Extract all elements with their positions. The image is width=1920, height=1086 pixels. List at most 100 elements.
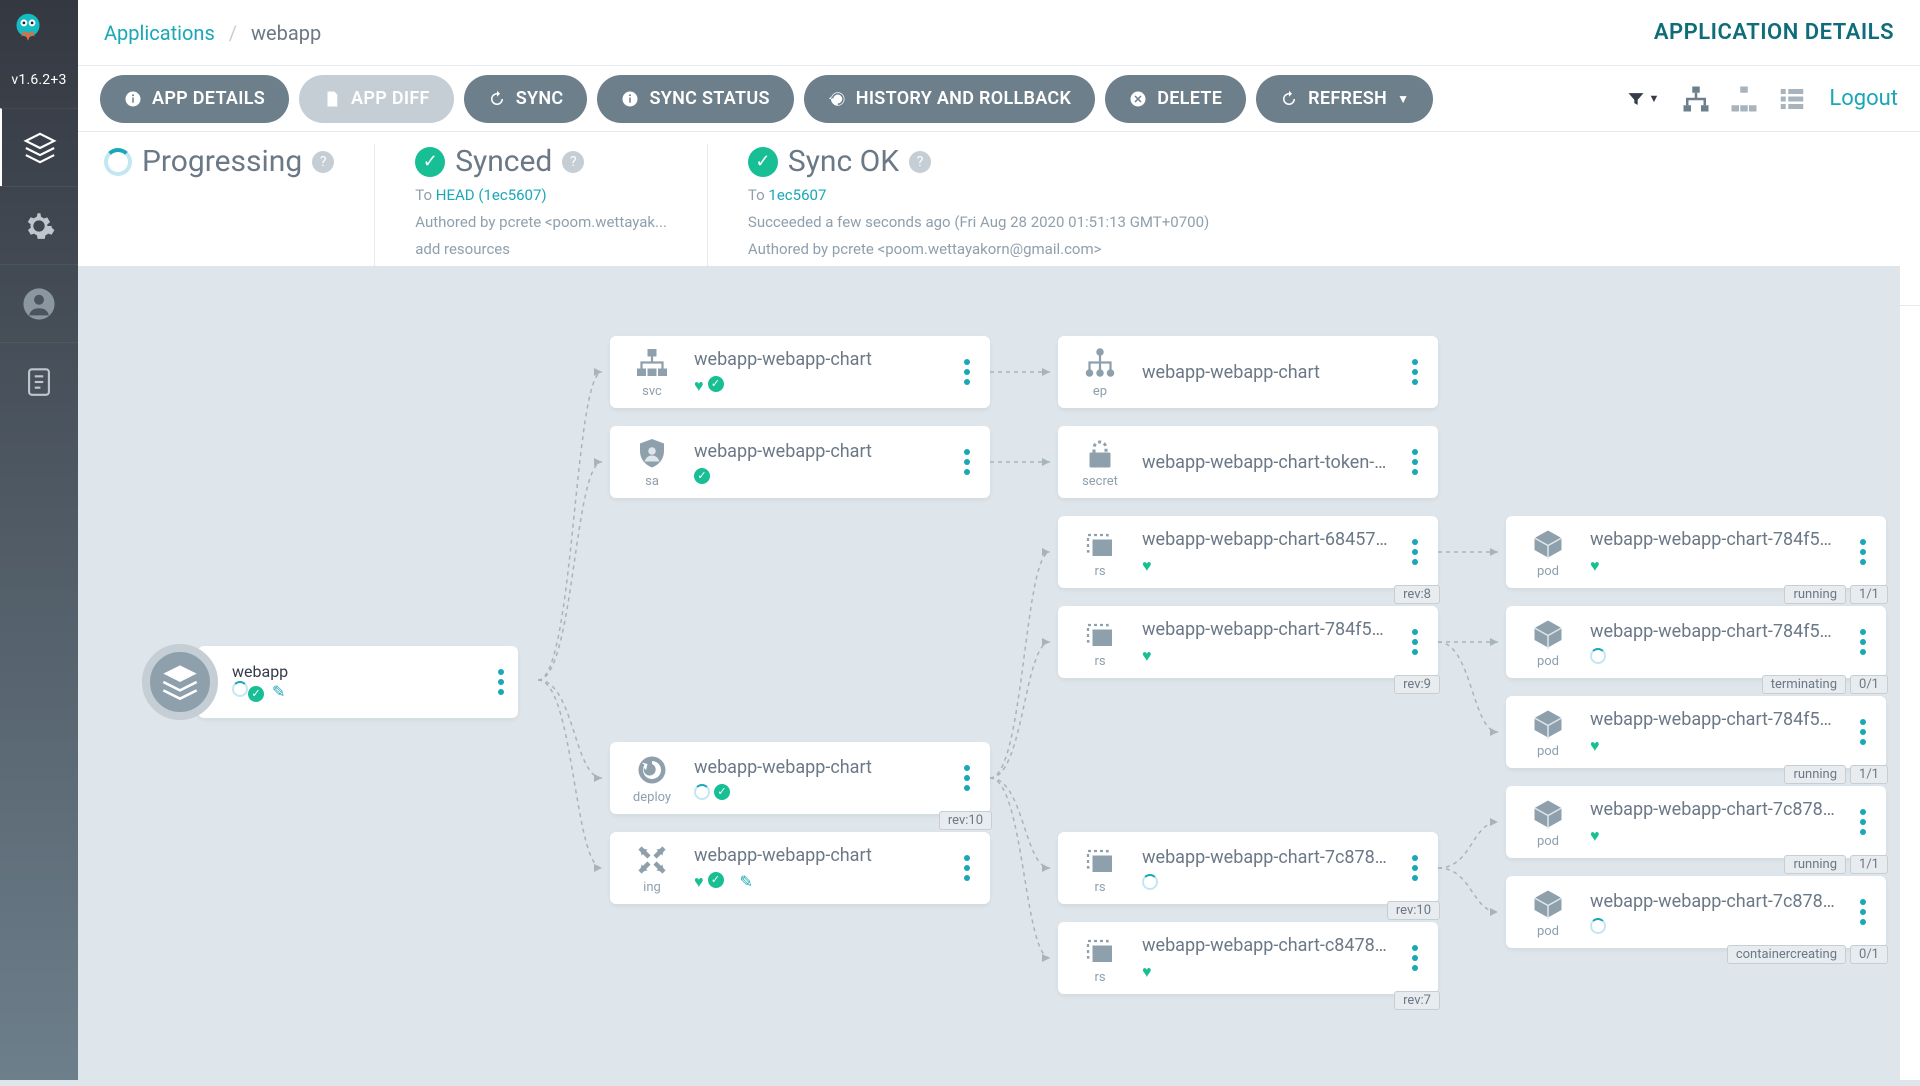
synced-to-link[interactable]: HEAD (1ec5607) (436, 186, 547, 204)
pod-tags: running1/1 (1784, 585, 1888, 604)
node-menu[interactable] (958, 759, 976, 797)
history-button[interactable]: HISTORY AND ROLLBACK (804, 75, 1095, 123)
kind-label: pod (1537, 564, 1559, 579)
tree-view-icon[interactable] (1681, 84, 1711, 114)
node-menu[interactable] (1406, 353, 1424, 391)
resource-node-rs3[interactable]: rs webapp-webapp-chart-7c8787... rev:10 (1058, 832, 1438, 904)
node-name: webapp-webapp-chart-784f55... (1590, 529, 1840, 550)
resource-node-svc[interactable]: svc webapp-webapp-chart♥✓ (610, 336, 990, 408)
syncok-author: Authored by pcrete <poom.wettayakorn@gma… (748, 239, 1209, 260)
synced-icon: ✓ (708, 872, 724, 888)
node-menu[interactable] (1854, 893, 1872, 931)
help-icon[interactable]: ? (562, 151, 584, 173)
progressing-icon (1142, 874, 1158, 890)
resource-node-deploy[interactable]: deploy webapp-webapp-chart✓ rev:10 (610, 742, 990, 814)
pods-view-icon[interactable] (1729, 84, 1759, 114)
kind-label: rs (1094, 654, 1105, 669)
node-menu[interactable] (958, 849, 976, 887)
resource-node-rs1[interactable]: rs webapp-webapp-chart-684576...♥ rev:8 (1058, 516, 1438, 588)
toolbar-right: ▼ Logout (1626, 84, 1898, 114)
resource-node-pod5[interactable]: pod webapp-webapp-chart-7c8787... contai… (1506, 876, 1886, 948)
progressing-icon (694, 784, 710, 800)
action-buttons: APP DETAILS APP DIFF SYNC SYNC STATUS HI… (100, 75, 1433, 123)
list-view-icon[interactable] (1777, 84, 1807, 114)
app-diff-button[interactable]: APP DIFF (299, 75, 454, 123)
nav-user[interactable] (0, 264, 78, 342)
nav-applications[interactable] (0, 108, 78, 186)
breadcrumb-separator: / (229, 21, 237, 45)
resource-node-secret[interactable]: secret webapp-webapp-chart-token-9... (1058, 426, 1438, 498)
refresh-button[interactable]: REFRESH▼ (1256, 75, 1433, 123)
pod-tags: containercreating0/1 (1727, 945, 1888, 964)
kind-label: secret (1082, 474, 1118, 489)
nav-docs[interactable] (0, 342, 78, 420)
sync-status-button[interactable]: SYNC STATUS (597, 75, 793, 123)
refresh-label: REFRESH (1308, 88, 1387, 109)
kind-label: ing (643, 880, 661, 895)
pod-tags: terminating0/1 (1762, 675, 1888, 694)
resource-node-ing[interactable]: ing webapp-webapp-chart♥✓ ✎ (610, 832, 990, 904)
toolbar: APP DETAILS APP DIFF SYNC SYNC STATUS HI… (78, 66, 1920, 132)
nav-settings[interactable] (0, 186, 78, 264)
logout-link[interactable]: Logout (1829, 86, 1898, 111)
node-menu[interactable] (1406, 533, 1424, 571)
resource-node-rs4[interactable]: rs webapp-webapp-chart-c8478d...♥ rev:7 (1058, 922, 1438, 994)
app-details-button[interactable]: APP DETAILS (100, 75, 289, 123)
node-menu[interactable] (1406, 849, 1424, 887)
root-node[interactable]: webapp ✓ ✎ (142, 644, 518, 720)
node-name: webapp-webapp-chart-784f55... (1590, 621, 1840, 642)
resource-node-pod1[interactable]: pod webapp-webapp-chart-784f55...♥ runni… (1506, 516, 1886, 588)
synced-author: Authored by pcrete <poom.wettayak... (415, 212, 667, 233)
breadcrumb: Applications / webapp (104, 21, 321, 45)
resource-node-pod4[interactable]: pod webapp-webapp-chart-7c8787...♥ runni… (1506, 786, 1886, 858)
help-icon[interactable]: ? (909, 151, 931, 173)
node-name: webapp-webapp-chart-784f55... (1590, 709, 1840, 730)
filter-button[interactable]: ▼ (1626, 89, 1659, 109)
node-menu[interactable] (1854, 623, 1872, 661)
heart-icon: ♥ (694, 872, 704, 892)
resource-tree-canvas[interactable]: webapp ✓ ✎ svc webapp-webapp-chart♥✓ sa … (78, 266, 1900, 1080)
node-menu[interactable] (1854, 713, 1872, 751)
revision-tag: rev:10 (1387, 901, 1440, 920)
node-menu[interactable] (1854, 533, 1872, 571)
node-menu[interactable] (1406, 623, 1424, 661)
root-name: webapp (232, 662, 496, 681)
node-name: webapp-webapp-chart (1142, 362, 1320, 383)
kind-label: pod (1537, 924, 1559, 939)
kind-label: deploy (633, 790, 671, 805)
syncok-to-link[interactable]: 1ec5607 (768, 186, 826, 204)
pod-tags: running1/1 (1784, 855, 1888, 874)
resource-node-rs2[interactable]: rs webapp-webapp-chart-784f55...♥ rev:9 (1058, 606, 1438, 678)
delete-button[interactable]: DELETE (1105, 75, 1246, 123)
pod-tags: running1/1 (1784, 765, 1888, 784)
node-menu[interactable] (958, 353, 976, 391)
node-name: webapp-webapp-chart (694, 349, 872, 370)
node-menu[interactable] (1406, 939, 1424, 977)
node-menu[interactable] (498, 669, 504, 695)
app-icon (142, 644, 218, 720)
resource-node-ep[interactable]: ep webapp-webapp-chart (1058, 336, 1438, 408)
resource-node-pod3[interactable]: pod webapp-webapp-chart-784f55...♥ runni… (1506, 696, 1886, 768)
sidebar: v1.6.2+3 (0, 0, 78, 1080)
node-menu[interactable] (1406, 443, 1424, 481)
breadcrumb-root-link[interactable]: Applications (104, 21, 215, 45)
edit-icon[interactable]: ✎ (272, 682, 285, 701)
node-name: webapp-webapp-chart-784f55... (1142, 619, 1392, 640)
progressing-title: Progressing (142, 144, 302, 179)
heart-icon: ♥ (1590, 556, 1600, 576)
main-area: Applications / webapp APPLICATION DETAIL… (78, 0, 1920, 1080)
node-menu[interactable] (1854, 803, 1872, 841)
history-label: HISTORY AND ROLLBACK (856, 88, 1071, 109)
edit-icon[interactable]: ✎ (739, 872, 752, 892)
node-menu[interactable] (958, 443, 976, 481)
app-details-label: APP DETAILS (152, 88, 265, 109)
revision-tag: rev:10 (939, 811, 992, 830)
heart-icon: ♥ (1142, 646, 1152, 666)
node-name: webapp-webapp-chart-684576... (1142, 529, 1392, 550)
node-name: webapp-webapp-chart-7c8787... (1590, 799, 1840, 820)
sync-button[interactable]: SYNC (464, 75, 588, 123)
resource-node-sa[interactable]: sa webapp-webapp-chart✓ (610, 426, 990, 498)
resource-node-pod2[interactable]: pod webapp-webapp-chart-784f55... termin… (1506, 606, 1886, 678)
node-name: webapp-webapp-chart-7c8787... (1590, 891, 1840, 912)
help-icon[interactable]: ? (312, 151, 334, 173)
